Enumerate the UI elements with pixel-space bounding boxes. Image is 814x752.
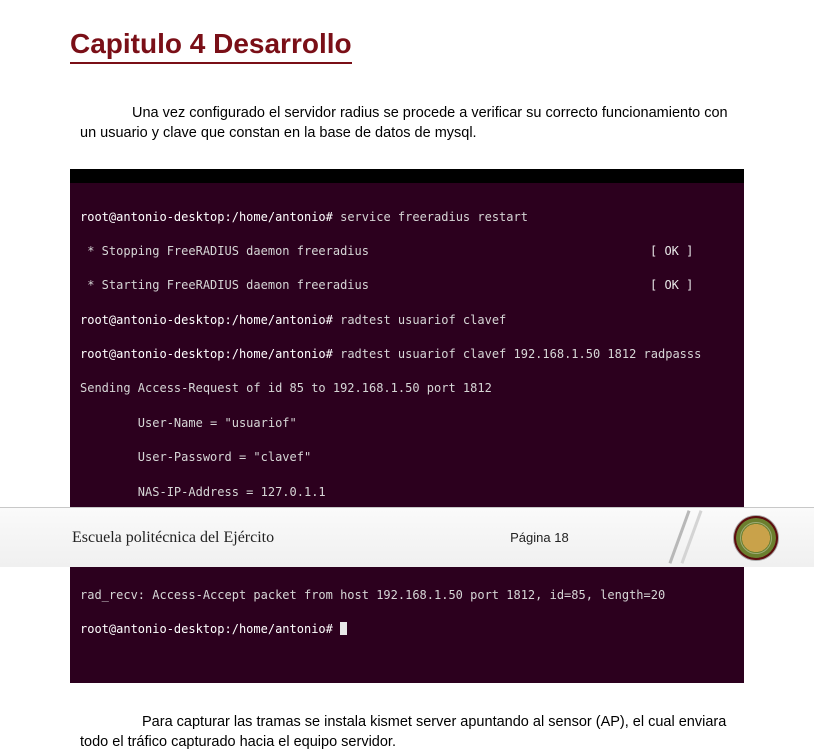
terminal-titlebar xyxy=(70,169,744,183)
terminal-prompt: root@antonio-desktop:/home/antonio# xyxy=(80,347,333,361)
terminal-body: root@antonio-desktop:/home/antonio# serv… xyxy=(70,183,744,683)
footer-decoration xyxy=(656,515,726,561)
terminal-screenshot: root@antonio-desktop:/home/antonio# serv… xyxy=(70,169,744,683)
status-ok: [ OK ] xyxy=(650,277,693,294)
terminal-command: service freeradius restart xyxy=(340,210,528,224)
outro-paragraph: Para capturar las tramas se instala kism… xyxy=(80,713,734,752)
terminal-prompt: root@antonio-desktop:/home/antonio# xyxy=(80,313,333,327)
terminal-line: Sending Access-Request of id 85 to 192.1… xyxy=(80,381,492,395)
terminal-line: NAS-IP-Address = 127.0.1.1 xyxy=(80,485,326,499)
terminal-line: rad_recv: Access-Accept packet from host… xyxy=(80,588,665,602)
terminal-prompt: root@antonio-desktop:/home/antonio# xyxy=(80,622,333,636)
terminal-prompt: root@antonio-desktop:/home/antonio# xyxy=(80,210,333,224)
terminal-line: User-Password = "clavef" xyxy=(80,450,311,464)
school-seal-icon xyxy=(734,516,778,560)
page-number: Página 18 xyxy=(510,530,569,545)
page-footer: Escuela politécnica del Ejército Página … xyxy=(0,507,814,567)
terminal-line: * Stopping FreeRADIUS daemon freeradius xyxy=(80,244,369,258)
terminal-cursor xyxy=(340,622,347,635)
school-name: Escuela politécnica del Ejército xyxy=(72,529,274,547)
terminal-command: radtest usuariof clavef xyxy=(340,313,506,327)
intro-paragraph: Una vez configurado el servidor radius s… xyxy=(80,104,734,143)
chapter-title: Capitulo 4 Desarrollo xyxy=(70,28,352,64)
terminal-line: User-Name = "usuariof" xyxy=(80,416,297,430)
terminal-line: * Starting FreeRADIUS daemon freeradius xyxy=(80,278,369,292)
status-ok: [ OK ] xyxy=(650,243,693,260)
terminal-command: radtest usuariof clavef 192.168.1.50 181… xyxy=(340,347,701,361)
